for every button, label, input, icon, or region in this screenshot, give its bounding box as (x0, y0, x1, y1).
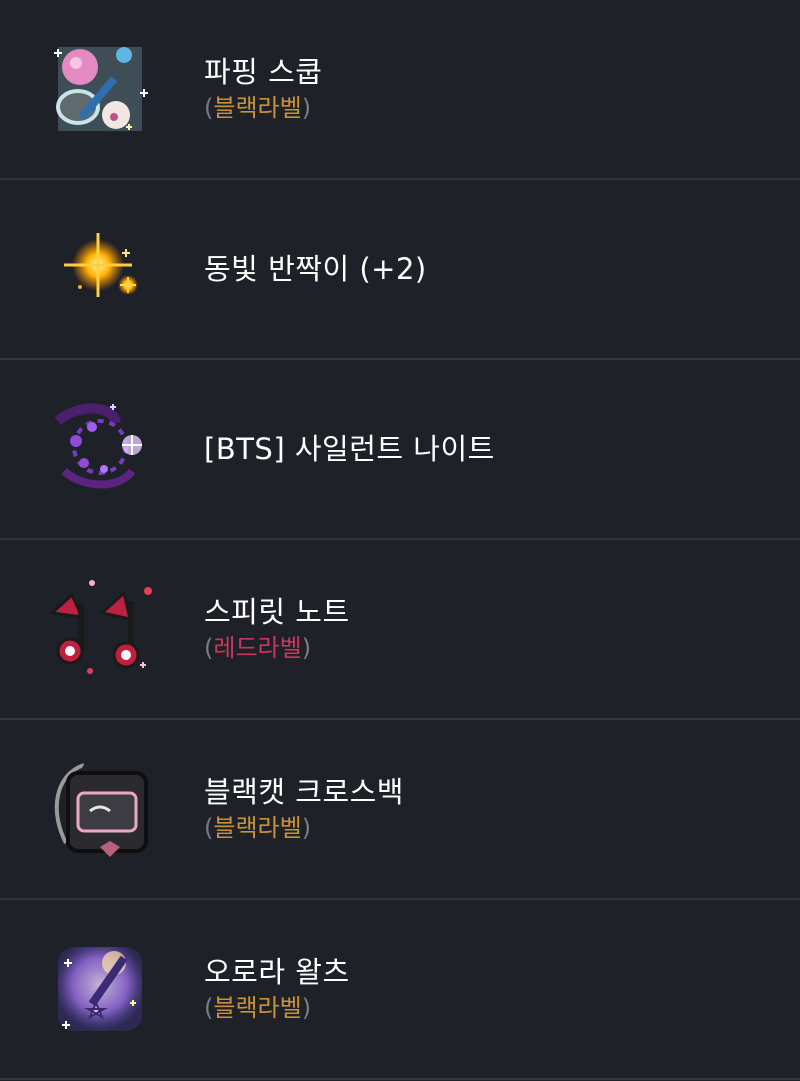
item-name: 파핑 스쿱 (204, 55, 323, 89)
popping-scoop-icon (44, 33, 156, 145)
silent-night-icon (44, 393, 156, 505)
spirit-note-icon (44, 573, 156, 685)
item-label: (블랙라벨) (204, 994, 312, 1022)
item-label: (레드라벨) (204, 634, 312, 662)
list-item[interactable]: 오로라 왈츠 (블랙라벨) (0, 900, 800, 1080)
item-name: [BTS] 사일런트 나이트 (204, 432, 495, 466)
item-label: (블랙라벨) (204, 814, 312, 842)
list-item[interactable]: 파핑 스쿱 (블랙라벨) (0, 0, 800, 180)
item-name: 오로라 왈츠 (204, 955, 350, 989)
aurora-waltz-icon (44, 933, 156, 1045)
item-name: 동빛 반짝이 (+2) (204, 252, 427, 286)
item-list: 파핑 스쿱 (블랙라벨) 동빛 반짝이 (+2) [BTS] 사일런트 나이트 … (0, 0, 800, 1080)
item-name: 블랙캣 크로스백 (204, 775, 404, 809)
item-label: (블랙라벨) (204, 94, 312, 122)
list-item[interactable]: 블랙캣 크로스백 (블랙라벨) (0, 720, 800, 900)
list-item[interactable]: [BTS] 사일런트 나이트 (0, 360, 800, 540)
list-item[interactable]: 동빛 반짝이 (+2) (0, 180, 800, 360)
item-name: 스피릿 노트 (204, 595, 350, 629)
black-cat-crossbag-icon (44, 753, 156, 865)
dawn-sparkle-icon (44, 213, 156, 325)
list-item[interactable]: 스피릿 노트 (레드라벨) (0, 540, 800, 720)
